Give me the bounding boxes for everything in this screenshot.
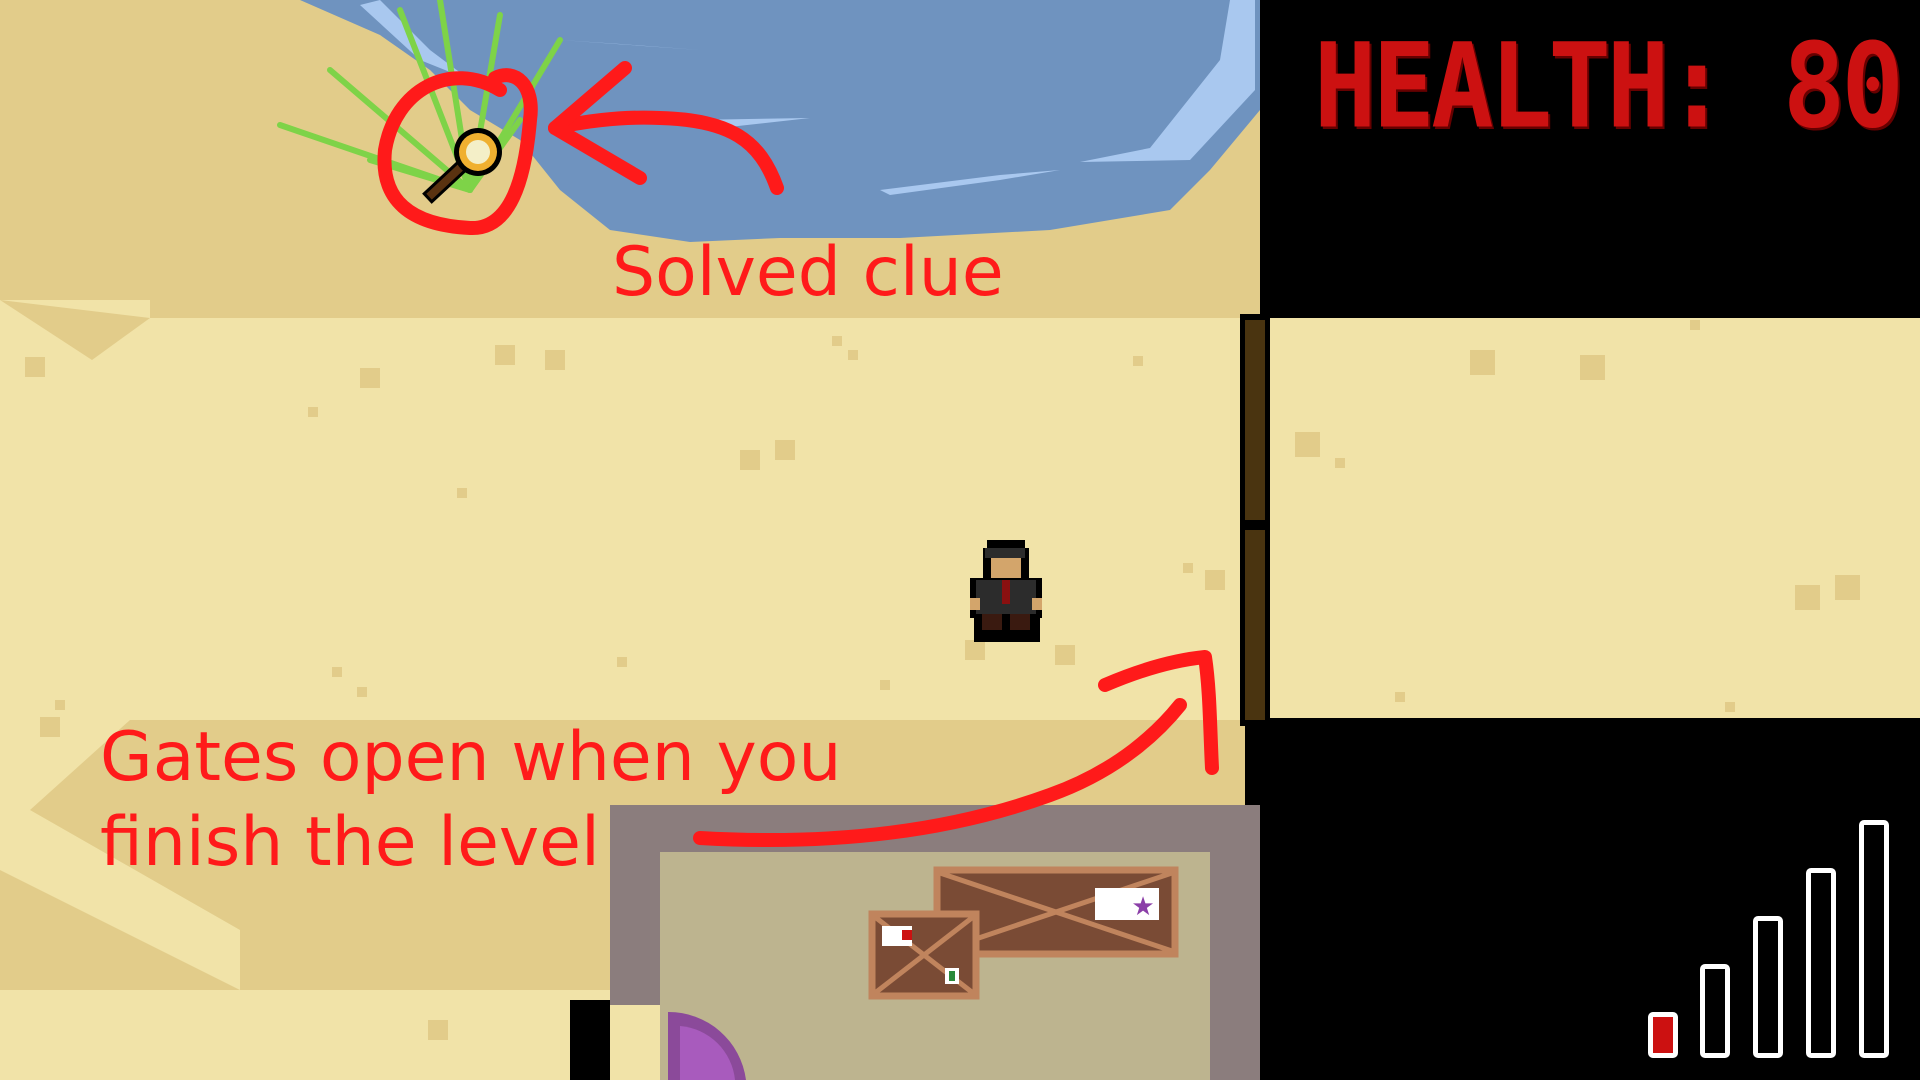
signal-bar-3 (1753, 916, 1783, 1058)
game-scene: ★ (0, 0, 1920, 1080)
signal-bar-5 (1859, 820, 1889, 1058)
signal-strength-meter (1640, 818, 1900, 1058)
crate-small[interactable] (868, 910, 980, 1000)
gate[interactable] (1240, 314, 1270, 726)
star-icon: ★ (1131, 892, 1154, 922)
gates-label-line-2: finish the level (100, 803, 600, 882)
gates-open-label: Gates open when you finish the level (100, 715, 841, 885)
health-display: HEALTH: 80 (1313, 17, 1904, 155)
signal-bar-1 (1648, 1012, 1678, 1058)
solved-clue-label: Solved clue (612, 233, 1004, 312)
signal-bar-4 (1806, 868, 1836, 1058)
signal-bar-2 (1700, 964, 1730, 1058)
gates-label-line-1: Gates open when you (100, 718, 842, 797)
